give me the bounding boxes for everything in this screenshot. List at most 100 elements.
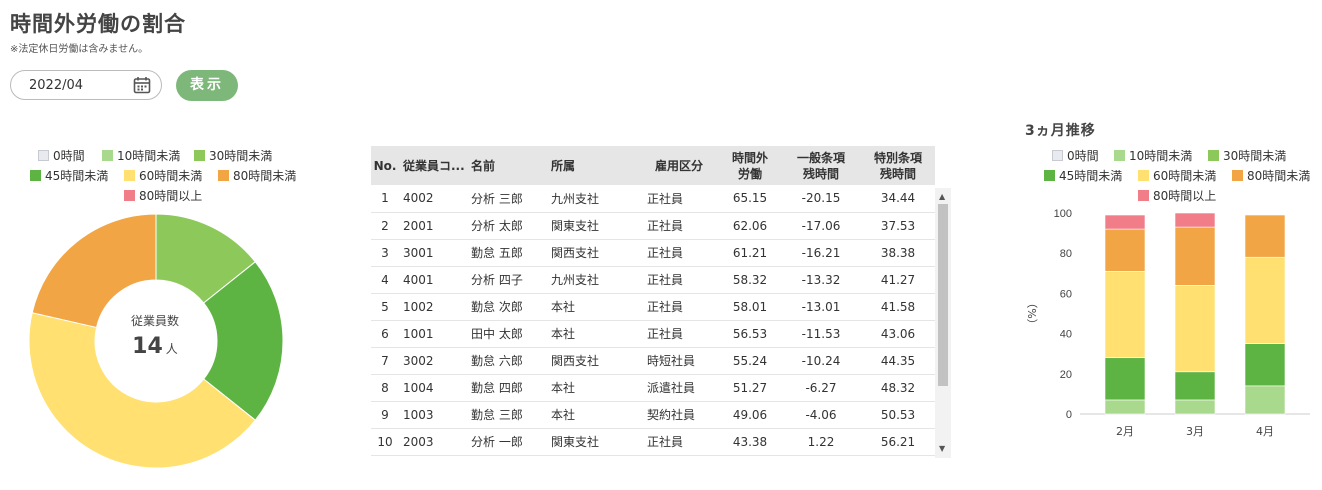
table-cell: 37.53 (880, 218, 916, 233)
bar-segment[interactable] (1104, 270, 1146, 359)
legend-swatch (102, 150, 113, 161)
table-cell: 56.53 (732, 326, 768, 341)
legend-swatch (1208, 150, 1219, 161)
bar-segment[interactable] (1174, 399, 1216, 415)
table-cell: 正社員 (647, 246, 684, 260)
table-row[interactable]: 2 2001 分析 太郎 関東支社 正社員 62.06 -17.06 37.53 (371, 212, 935, 239)
table-header-cell[interactable]: 所属 (547, 146, 631, 185)
table-cell: 時短社員 (647, 354, 696, 368)
bar-segment[interactable] (1244, 256, 1286, 344)
x-tick-label: 3月 (1186, 425, 1204, 438)
bar-segment[interactable] (1174, 212, 1216, 228)
table-cell: 関西支社 (551, 354, 600, 368)
table-scrollbar[interactable]: ▲ ▼ (935, 188, 951, 458)
table-header-cell[interactable]: 従業員コ... (399, 146, 467, 185)
legend-label: 10時間未満 (117, 149, 181, 163)
legend-item[interactable]: 80時間以上 (124, 187, 202, 204)
table-row[interactable]: 6 1001 田中 太郎 本社 正社員 56.53 -11.53 43.06 (371, 320, 935, 347)
scroll-down-icon[interactable]: ▼ (939, 445, 945, 453)
table-cell: 65.15 (732, 191, 768, 206)
table-header-row: No. 従業員コ... 名前 所属 雇用区分 時間外 労働 一般条項 残時間 特別条項 残時間 (371, 146, 935, 185)
table-cell: 41.27 (880, 272, 916, 287)
legend-swatch (1052, 150, 1063, 161)
y-tick-label: 60 (1060, 288, 1072, 300)
table-cell: 勤怠 六郎 (471, 354, 523, 368)
legend-item[interactable]: 45時間未満 (1044, 167, 1122, 184)
show-button[interactable]: 表示 (176, 70, 238, 101)
bar-segment[interactable] (1104, 214, 1146, 230)
donut-slice[interactable] (31, 213, 157, 329)
table-cell: 正社員 (647, 191, 684, 206)
table-cell: 38.38 (880, 245, 916, 260)
table-row[interactable]: 4 4001 分析 四子 九州支社 正社員 58.32 -13.32 41.27 (371, 266, 935, 293)
legend-label: 80時間未満 (233, 169, 297, 183)
legend-item[interactable]: 45時間未満 (30, 167, 108, 184)
donut-center-count: 14 人 (95, 334, 215, 359)
legend-item[interactable]: 80時間未満 (1232, 167, 1310, 184)
legend-item[interactable]: 60時間未満 (1138, 167, 1216, 184)
legend-item[interactable]: 10時間未満 (1114, 147, 1192, 164)
legend-item[interactable]: 80時間未満 (218, 167, 296, 184)
legend-swatch (194, 150, 205, 161)
calendar-icon[interactable] (133, 76, 151, 94)
bar-segment[interactable] (1174, 226, 1216, 286)
legend-label: 0時間 (53, 149, 85, 163)
bar-segment[interactable] (1174, 285, 1216, 373)
bar-segment[interactable] (1104, 399, 1146, 415)
scroll-up-icon[interactable]: ▲ (939, 193, 945, 201)
table-header-cell[interactable]: 特別条項 残時間 (861, 146, 935, 185)
table-cell: 2001 (403, 218, 434, 233)
legend-item[interactable]: 30時間未満 (194, 147, 272, 164)
legend-item[interactable]: 0時間 (38, 147, 85, 164)
table-cell: 正社員 (647, 273, 684, 287)
table-cell: 1004 (403, 380, 434, 395)
table-header-cell[interactable]: No. (371, 146, 399, 185)
table-cell: -17.06 (801, 218, 841, 233)
table-row[interactable]: 9 1003 勤怠 三郎 本社 契約社員 49.06 -4.06 50.53 (371, 401, 935, 428)
legend-swatch (1114, 150, 1125, 161)
table-cell: 44.35 (880, 353, 916, 368)
bar-segment[interactable] (1104, 228, 1146, 272)
table-header-cell[interactable]: 雇用区分 (631, 146, 719, 185)
bar-segment[interactable] (1244, 385, 1286, 415)
legend-item[interactable]: 60時間未満 (124, 167, 202, 184)
table-cell: 51.27 (732, 380, 768, 395)
legend-item[interactable]: 0時間 (1052, 147, 1099, 164)
y-tick-label: 20 (1060, 369, 1072, 381)
bar-segment[interactable] (1244, 214, 1286, 258)
table-cell: 43.38 (732, 434, 768, 449)
table-row[interactable]: 8 1004 勤怠 四郎 本社 派遣社員 51.27 -6.27 48.32 (371, 374, 935, 401)
bar-segment[interactable] (1174, 371, 1216, 401)
legend-swatch (1232, 170, 1243, 181)
legend-label: 10時間未満 (1129, 149, 1193, 163)
bar-segment[interactable] (1104, 357, 1146, 401)
y-tick-label: 0 (1066, 409, 1072, 421)
legend-label: 60時間未満 (1153, 169, 1217, 183)
legend-swatch (124, 190, 135, 201)
date-picker[interactable]: 2022/04 (10, 70, 162, 100)
table-cell: 正社員 (647, 327, 684, 341)
table-header-cell[interactable]: 一般条項 残時間 (781, 146, 861, 185)
table-row[interactable]: 5 1002 勤怠 次郎 本社 正社員 58.01 -13.01 41.58 (371, 293, 935, 320)
table-header-cell[interactable]: 時間外 労働 (719, 146, 781, 185)
table-cell: 派遣社員 (647, 381, 696, 395)
table-cell: 56.21 (880, 434, 916, 449)
table-row[interactable]: 7 3002 勤怠 六郎 関西支社 時短社員 55.24 -10.24 44.35 (371, 347, 935, 374)
trend-stacked-bar-chart: 0 20 40 60 80 100 （%） 2月 3月 4月 (1026, 208, 1310, 438)
scrollbar-thumb[interactable] (938, 204, 948, 386)
legend-item[interactable]: 30時間未満 (1208, 147, 1286, 164)
table-row[interactable]: 3 3001 勤怠 五郎 関西支社 正社員 61.21 -16.21 38.38 (371, 239, 935, 266)
table-cell: 本社 (551, 381, 576, 395)
table-row[interactable]: 10 2003 分析 一郎 関東支社 正社員 43.38 1.22 56.21 (371, 428, 935, 455)
table-row[interactable]: 1 4002 分析 三郎 九州支社 正社員 65.15 -20.15 34.44 (371, 185, 935, 212)
bar-segment[interactable] (1244, 343, 1286, 387)
table-cell: 50.53 (880, 407, 916, 422)
table-cell: 勤怠 次郎 (471, 300, 523, 314)
table-cell: -6.27 (805, 380, 837, 395)
table-cell: 2003 (403, 434, 434, 449)
legend-label: 30時間未満 (1223, 149, 1287, 163)
table-header-cell[interactable]: 名前 (467, 146, 547, 185)
legend-item[interactable]: 10時間未満 (102, 147, 180, 164)
table-cell: 62.06 (732, 218, 768, 233)
table-cell: 5 (381, 299, 389, 314)
